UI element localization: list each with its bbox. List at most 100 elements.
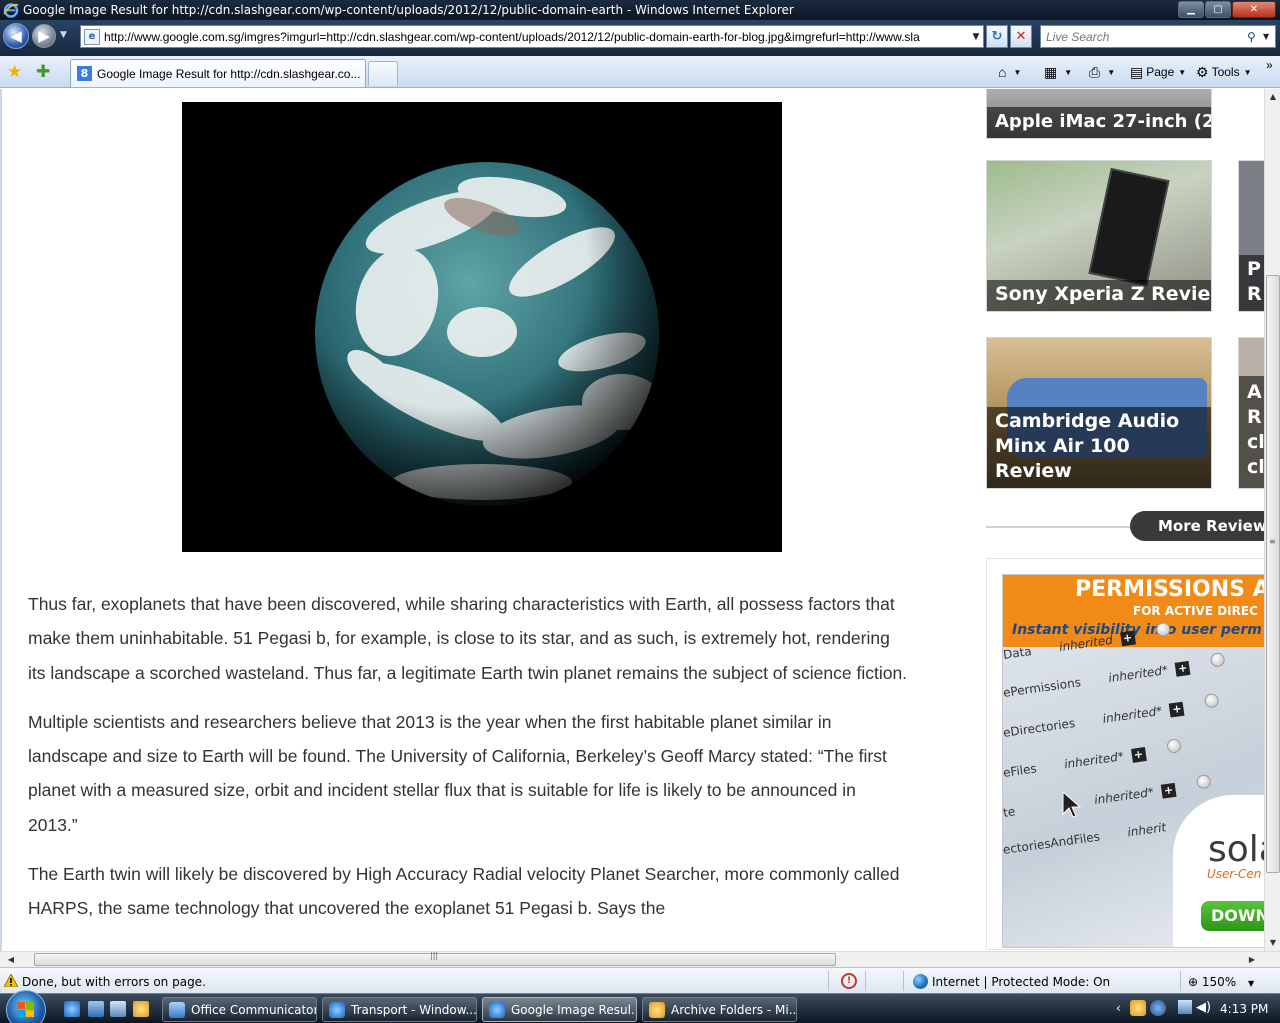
chevron-down-icon: ▼ — [1013, 67, 1022, 77]
phone-photo — [1088, 167, 1170, 287]
radio-icon — [1154, 621, 1171, 638]
search-input[interactable] — [1041, 29, 1247, 44]
outlook-quicklaunch-icon[interactable] — [133, 1001, 149, 1017]
search-box[interactable]: ⚲ ▼ — [1040, 25, 1276, 48]
network-icon[interactable] — [1178, 1000, 1192, 1014]
radio-icon — [1165, 738, 1182, 754]
maximize-button[interactable]: ▢ — [1205, 1, 1231, 18]
zoom-icon: ⊕ — [1188, 975, 1199, 989]
ad-brand-tag: User-Cen — [1207, 867, 1262, 881]
forward-button[interactable]: ▶ — [32, 24, 56, 48]
scroll-right-arrow-icon[interactable]: ▶ — [1244, 952, 1260, 968]
review-card-cambridge-audio[interactable]: Cambridge Audio Minx Air 100 Review — [986, 337, 1212, 489]
internet-explorer-icon — [3, 3, 19, 18]
review-caption: Apple iMac 27-inch (2012) Re — [987, 107, 1211, 138]
status-message: Done, but with errors on page. — [22, 975, 206, 989]
page-icon: ▤ — [1130, 63, 1144, 80]
communicator-icon — [169, 1001, 185, 1018]
review-caption: A R cl cl — [1239, 376, 1264, 488]
recent-pages-dropdown-icon[interactable]: ▼ — [60, 30, 67, 40]
horizontal-scrollbar[interactable]: ◀ ||| ▶ — [0, 951, 1280, 967]
review-caption: Cambridge Audio Minx Air 100 Review — [987, 407, 1211, 488]
plus-icon: + — [1160, 782, 1177, 799]
tools-menu[interactable]: ⚙ Tools ▼ — [1196, 61, 1252, 83]
ad-download-button[interactable]: DOWN — [1201, 901, 1264, 931]
plus-icon: + — [1169, 701, 1185, 718]
outlook-tray-icon[interactable] — [1130, 1000, 1146, 1016]
chevron-down-icon: ▼ — [1248, 979, 1255, 988]
address-dropdown-icon[interactable]: ▼ — [969, 32, 983, 42]
task-office-communicator[interactable]: Office Communicator — [162, 997, 317, 1022]
page-menu-label: Page — [1146, 65, 1175, 79]
review-card-peek[interactable]: P R — [1238, 160, 1264, 312]
radio-icon — [1209, 651, 1226, 668]
ie-quicklaunch-icon[interactable] — [64, 1001, 80, 1017]
divider — [828, 971, 829, 991]
new-tab-button[interactable] — [368, 61, 398, 86]
add-to-favorites-icon[interactable]: ✚ — [36, 62, 50, 82]
review-caption: Sony Xperia Z Review — [987, 280, 1211, 311]
phishing-filter-icon[interactable]: ! — [841, 973, 857, 989]
divider — [1180, 971, 1181, 991]
review-card-sony-xperia-z[interactable]: Sony Xperia Z Review — [986, 160, 1212, 312]
window-title-bar: Google Image Result for http://cdn.slash… — [0, 0, 1280, 20]
show-desktop-icon[interactable] — [88, 1001, 104, 1017]
advertisement-container: PERMISSIONS A FOR ACTIVE DIREC Instant v… — [986, 558, 1264, 950]
close-button[interactable]: ✕ — [1232, 1, 1276, 18]
review-caption-line: Cambridge Audio — [995, 410, 1180, 432]
home-icon: ⌂ — [998, 64, 1007, 80]
print-button[interactable]: ⎙ ▼ — [1089, 61, 1115, 83]
zoom-value: 150% — [1201, 975, 1237, 989]
task-archive-folders[interactable]: Archive Folders - Mi... — [642, 997, 797, 1022]
refresh-button[interactable]: ↻ — [986, 25, 1008, 48]
start-button[interactable] — [6, 990, 46, 1023]
review-card-peek[interactable]: A R cl cl — [1238, 337, 1264, 489]
tab-google-image-result[interactable]: 8 Google Image Result for http://cdn.sla… — [70, 59, 366, 87]
back-button[interactable]: ◀ — [3, 23, 29, 49]
windows-logo-icon — [17, 1002, 34, 1017]
home-button[interactable]: ⌂ ▼ — [998, 61, 1021, 83]
task-transport-window[interactable]: Transport - Window... — [322, 997, 477, 1022]
toolbar-overflow-chevron-icon[interactable]: » — [1266, 54, 1273, 76]
stop-button[interactable]: ✕ — [1010, 25, 1032, 48]
radio-icon — [1195, 773, 1212, 790]
review-card-imac[interactable]: Apple iMac 27-inch (2012) Re — [986, 89, 1212, 139]
plus-icon: + — [1174, 660, 1191, 677]
advertisement-banner[interactable]: PERMISSIONS A FOR ACTIVE DIREC Instant v… — [1002, 574, 1264, 948]
task-label: Office Communicator — [191, 1002, 317, 1017]
clock[interactable]: 4:13 PM — [1220, 1002, 1268, 1016]
google-favicon-icon: 8 — [77, 66, 92, 81]
ad-headline: PERMISSIONS A — [1075, 577, 1264, 602]
favorites-star-icon[interactable]: ★ — [7, 62, 22, 82]
task-google-image-result[interactable]: Google Image Resul... — [482, 997, 637, 1022]
ad-row-label: te — [1002, 804, 1017, 820]
address-url[interactable]: http://www.google.com.sg/imgres?imgurl=h… — [104, 30, 969, 44]
article-paragraph: The Earth twin will likely be discovered… — [28, 864, 900, 919]
search-icon[interactable]: ⚲ — [1247, 30, 1263, 44]
security-zone[interactable]: Internet | Protected Mode: On — [932, 975, 1110, 989]
vertical-scroll-thumb[interactable] — [1266, 275, 1280, 873]
warning-icon[interactable] — [4, 974, 18, 987]
feeds-button[interactable]: ▦ ▼ — [1044, 61, 1072, 83]
divider — [986, 526, 1136, 528]
minimize-button[interactable]: ▁ — [1178, 1, 1204, 18]
zoom-level[interactable]: ⊕ 150% ▼ — [1188, 975, 1254, 989]
scroll-up-arrow-icon[interactable]: ▲ — [1265, 89, 1280, 105]
switch-windows-icon[interactable] — [110, 1001, 126, 1017]
tray-expand-icon[interactable]: ‹ — [1116, 1001, 1121, 1015]
vertical-scrollbar[interactable]: ▲ ≡ ▼ — [1264, 89, 1280, 951]
task-label: Google Image Resul... — [511, 1002, 637, 1017]
rss-feed-icon: ▦ — [1044, 63, 1058, 80]
volume-icon[interactable]: ◀) — [1196, 1000, 1211, 1015]
address-bar[interactable]: e http://www.google.com.sg/imgres?imgurl… — [80, 25, 984, 48]
tab-label: Google Image Result for http://cdn.slash… — [97, 66, 361, 81]
article-body: Thus far, exoplanets that have been disc… — [28, 587, 908, 941]
task-label: Transport - Window... — [351, 1002, 477, 1017]
scroll-down-arrow-icon[interactable]: ▼ — [1265, 935, 1280, 951]
page-menu[interactable]: ▤ Page ▼ — [1130, 61, 1186, 83]
taskbar: Office Communicator Transport - Window..… — [0, 990, 1280, 1023]
search-options-dropdown-icon[interactable]: ▼ — [1263, 32, 1275, 41]
scroll-left-arrow-icon[interactable]: ◀ — [3, 952, 19, 968]
more-reviews-button[interactable]: More Reviews — [1130, 511, 1264, 541]
communicator-tray-icon[interactable] — [1150, 1000, 1166, 1016]
